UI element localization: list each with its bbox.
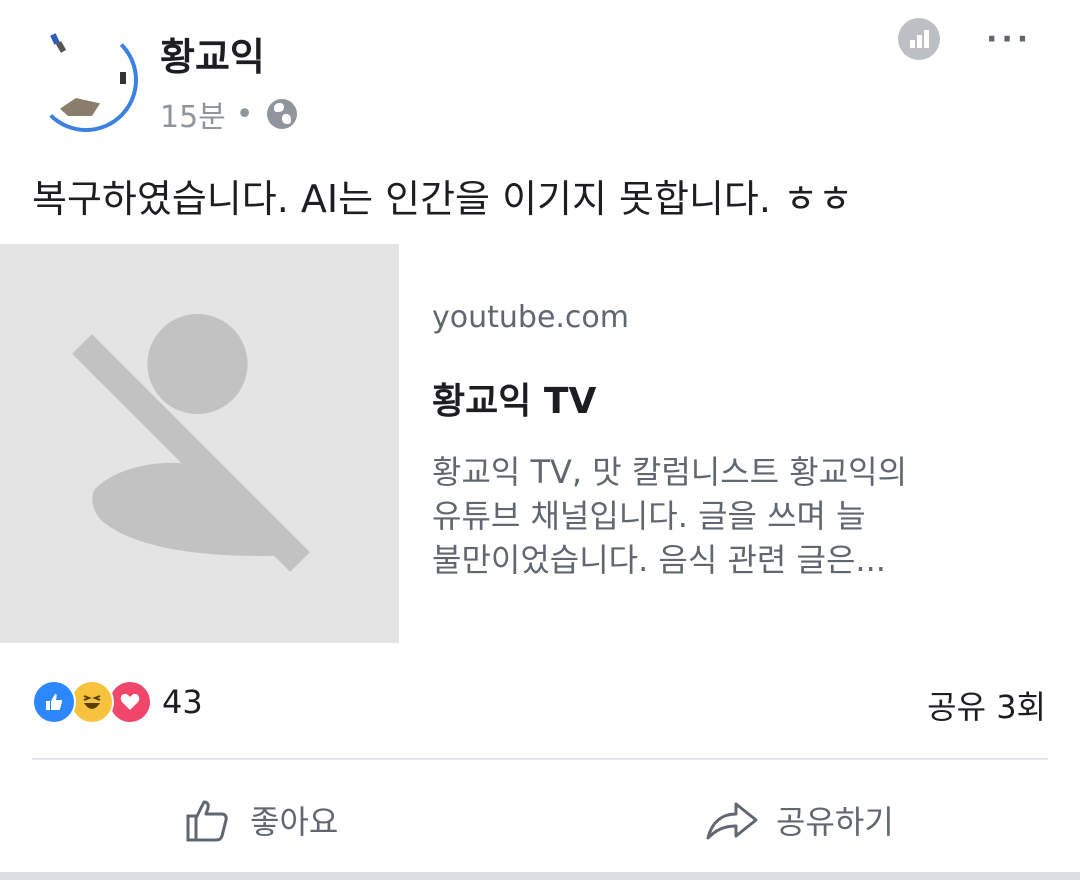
bottom-separator <box>0 872 1080 880</box>
avatar-fragment <box>60 98 100 116</box>
post-timestamp[interactable]: 15분 <box>160 92 226 136</box>
globe-icon <box>267 99 298 129</box>
post-meta: 15분 • <box>160 92 298 136</box>
like-icon <box>32 680 76 724</box>
divider <box>32 758 1048 760</box>
bar-chart-icon[interactable] <box>898 18 940 60</box>
like-button[interactable]: 좋아요 <box>182 790 338 850</box>
avatar-fragment <box>120 72 126 84</box>
thumbs-up-icon <box>186 800 228 842</box>
link-thumbnail <box>0 244 399 643</box>
share-button[interactable]: 공유하기 <box>704 790 894 850</box>
author-name[interactable]: 황교익 <box>160 26 265 81</box>
reaction-count: 43 <box>162 683 203 721</box>
share-arrow-icon <box>706 802 758 840</box>
no-image-icon <box>72 313 310 572</box>
link-description-line: 유튜브 채널입니다. 글을 쓰며 늘 <box>432 497 866 535</box>
more-options-icon[interactable]: ··· <box>986 22 1032 57</box>
haha-icon <box>70 680 114 724</box>
link-preview-card[interactable]: youtube.com 황교익 TV 황교익 TV, 맛 칼럼니스트 황교익의 … <box>0 244 1080 644</box>
post-text: 복구하였습니다. AI는 인간을 이기지 못합니다. ㅎㅎ <box>32 177 853 221</box>
like-button-label: 좋아요 <box>250 803 339 841</box>
link-title: 황교익 TV <box>432 381 597 422</box>
meta-separator: • <box>235 96 254 132</box>
link-description: 황교익 TV, 맛 칼럼니스트 황교익의 유튜브 채널입니다. 글을 쓰며 늘 … <box>432 450 1032 582</box>
link-description-line: 황교익 TV, 맛 칼럼니스트 황교익의 <box>432 453 908 491</box>
author-avatar[interactable] <box>34 28 138 132</box>
link-description-line: 불만이었습니다. 음식 관련 글은... <box>432 541 886 579</box>
love-icon <box>108 680 152 724</box>
share-count[interactable]: 공유 3회 <box>927 682 1046 728</box>
avatar-fragment <box>55 41 67 53</box>
link-domain: youtube.com <box>432 300 630 335</box>
share-button-label: 공유하기 <box>776 803 894 841</box>
reactions-summary[interactable]: 43 <box>32 680 203 724</box>
